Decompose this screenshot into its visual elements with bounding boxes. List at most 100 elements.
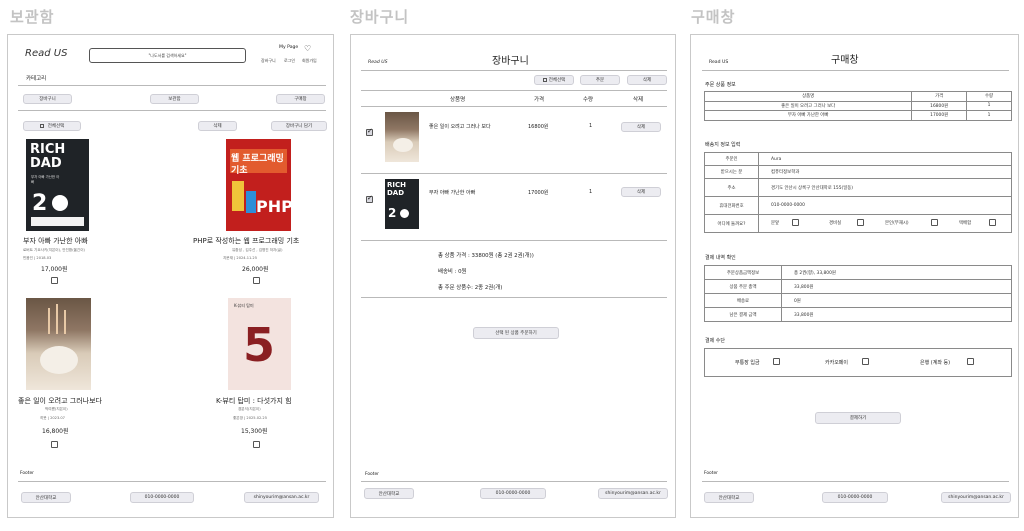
- select-all-button[interactable]: 전체선택: [23, 121, 81, 131]
- divider: [361, 90, 667, 91]
- tab-storage[interactable]: 보관함: [150, 94, 199, 104]
- item-delete-button[interactable]: 삭제: [621, 122, 661, 132]
- book-title[interactable]: K-뷰티 탑미 : 다섯가지 힘: [216, 396, 292, 406]
- footer-email[interactable]: shinyourim@ansan.ac.kr: [244, 492, 319, 503]
- book-title[interactable]: 좋은 일이 오려고 그러나보다: [18, 396, 102, 406]
- method-checkbox[interactable]: [773, 358, 780, 365]
- footer-label: Footer: [20, 471, 34, 476]
- select-all-label: 전체선택: [47, 124, 65, 129]
- option-checkbox[interactable]: [857, 219, 864, 226]
- footer-email[interactable]: shinyourim@ansan.ac.kr: [598, 488, 668, 499]
- phone-field[interactable]: 010-0000-0000: [758, 196, 1012, 215]
- option-label: 문앞: [771, 221, 780, 226]
- order-info-label: 주문 상품 정보: [705, 82, 736, 88]
- summary-shipping: 배송비 : 0원: [438, 269, 467, 275]
- item-thumbnail[interactable]: RICH DAD 2: [385, 179, 419, 229]
- field-label: 배송료: [704, 293, 782, 308]
- method-label: 은행 (계좌 등): [920, 360, 951, 366]
- checkbox-icon: [542, 78, 547, 82]
- book-meta: 민음인 | 2018.03: [23, 256, 52, 260]
- logo[interactable]: Read US: [368, 60, 388, 65]
- order-item-qty: 1: [966, 100, 1012, 111]
- divider: [361, 297, 667, 298]
- item-checkbox[interactable]: [366, 194, 373, 203]
- book-meta: 지문재 | 2024.11.25: [223, 256, 257, 260]
- field-label: 상품 주문 총액: [704, 279, 782, 294]
- item-thumbnail[interactable]: [385, 112, 419, 162]
- option-label: 택배함: [959, 221, 972, 226]
- book-cover-richdad[interactable]: RICH DAD 부자 아빠 가난한 아빠 2: [26, 139, 89, 231]
- divider: [361, 70, 667, 71]
- book-meta: 경분석(지은이): [238, 407, 261, 411]
- nav-cart[interactable]: 장바구니: [261, 58, 276, 64]
- divider: [361, 481, 667, 482]
- book-checkbox[interactable]: [253, 277, 260, 284]
- method-checkbox[interactable]: [967, 358, 974, 365]
- nav-login[interactable]: 로그인: [284, 58, 295, 64]
- item-qty[interactable]: 1: [589, 189, 592, 195]
- method-label: 카카오페이: [825, 360, 849, 366]
- book-price: 16,800원: [42, 428, 69, 435]
- footer-school[interactable]: 안산대학교: [364, 488, 414, 499]
- col-header-name: 상품명: [703, 91, 913, 102]
- search-input[interactable]: "나도서를 검색하세요": [89, 48, 246, 63]
- footer-school[interactable]: 안산대학교: [704, 492, 754, 503]
- order-button[interactable]: 추문: [580, 75, 620, 85]
- book-meta: 유환성 , 김주선 , 김명진 저자(글): [232, 248, 283, 252]
- heart-icon[interactable]: ♡: [304, 44, 311, 53]
- footer-school[interactable]: 안산대학교: [21, 492, 71, 503]
- book-meta: 박여름(지은이): [45, 407, 68, 411]
- divider: [702, 481, 1009, 482]
- footer-email[interactable]: shinyourim@ansan.ac.kr: [941, 492, 1011, 503]
- delete-button[interactable]: 삭제: [627, 75, 667, 85]
- book-checkbox[interactable]: [51, 277, 58, 284]
- nav-signup[interactable]: 회원가입: [302, 58, 317, 64]
- item-name[interactable]: 부자 아빠 가난한 아빠: [429, 189, 475, 196]
- orderer-field[interactable]: Aura: [758, 152, 1012, 166]
- book-price: 15,300원: [241, 428, 268, 435]
- item-name[interactable]: 좋은 일이 오려고 그러나 보다: [429, 123, 491, 130]
- book-title[interactable]: PHP로 작성하는 웹 프로그래밍 기초: [193, 236, 299, 246]
- pay-button[interactable]: 결제하기: [815, 412, 901, 424]
- divider: [361, 106, 667, 107]
- payment-confirm-table: 주문상품금액정보 총 2권(향), 33,800원 상품 주문 총액 33,800원…: [704, 265, 1012, 322]
- checkbox-icon: [39, 124, 44, 128]
- option-checkbox[interactable]: [792, 219, 799, 226]
- item-qty[interactable]: 1: [589, 123, 592, 129]
- recipient-field[interactable]: 컴퓨터정보학과: [758, 165, 1012, 179]
- option-label: 본인(부재시): [885, 221, 909, 226]
- add-to-cart-button[interactable]: 장바구니 담기: [271, 121, 327, 131]
- option-checkbox[interactable]: [931, 219, 938, 226]
- mypage-link[interactable]: My Page: [279, 45, 298, 50]
- book-checkbox[interactable]: [51, 441, 58, 448]
- item-checkbox[interactable]: [366, 127, 373, 136]
- book-cover-php[interactable]: 웹 프로그래밍 기초 PHP: [226, 139, 291, 231]
- tab-cart[interactable]: 장바구니: [23, 94, 72, 104]
- book-cover-cake[interactable]: [26, 298, 91, 390]
- logo[interactable]: Read US: [25, 48, 67, 59]
- book-checkbox[interactable]: [253, 441, 260, 448]
- order-selected-button[interactable]: 선택 된 상품 주문하기: [473, 327, 559, 339]
- item-delete-button[interactable]: 삭제: [621, 187, 661, 197]
- select-all-button[interactable]: 전체선택: [534, 75, 574, 85]
- category-label[interactable]: 카테고리: [26, 74, 46, 82]
- address-field[interactable]: 경기도 안산시 상록구 안산대학로 155(일동): [758, 178, 1012, 197]
- summary-count: 총 주문 상품수: 2종 2권(개): [438, 285, 503, 291]
- tab-purchase[interactable]: 구매창: [276, 94, 325, 104]
- option-checkbox[interactable]: [989, 219, 996, 226]
- divider: [702, 70, 1009, 71]
- method-checkbox[interactable]: [862, 358, 869, 365]
- divider: [361, 173, 667, 174]
- section-title-storage: 보관함: [10, 8, 55, 26]
- delete-button[interactable]: 삭제: [198, 121, 237, 131]
- book-title[interactable]: 부자 아빠 가난한 아빠: [23, 236, 88, 246]
- book-cover-kbeauty[interactable]: K-뷰티 탑미 5: [228, 298, 291, 390]
- field-label: 주문인: [704, 152, 759, 166]
- col-header-price: 가격: [534, 97, 545, 103]
- logo[interactable]: Read US: [709, 60, 728, 65]
- book-price: 26,000원: [242, 266, 269, 273]
- footer-phone[interactable]: 010-0000-0000: [822, 492, 888, 503]
- divider: [361, 240, 667, 241]
- footer-phone[interactable]: 010-0000-0000: [480, 488, 546, 499]
- footer-phone[interactable]: 010-0000-0000: [130, 492, 194, 503]
